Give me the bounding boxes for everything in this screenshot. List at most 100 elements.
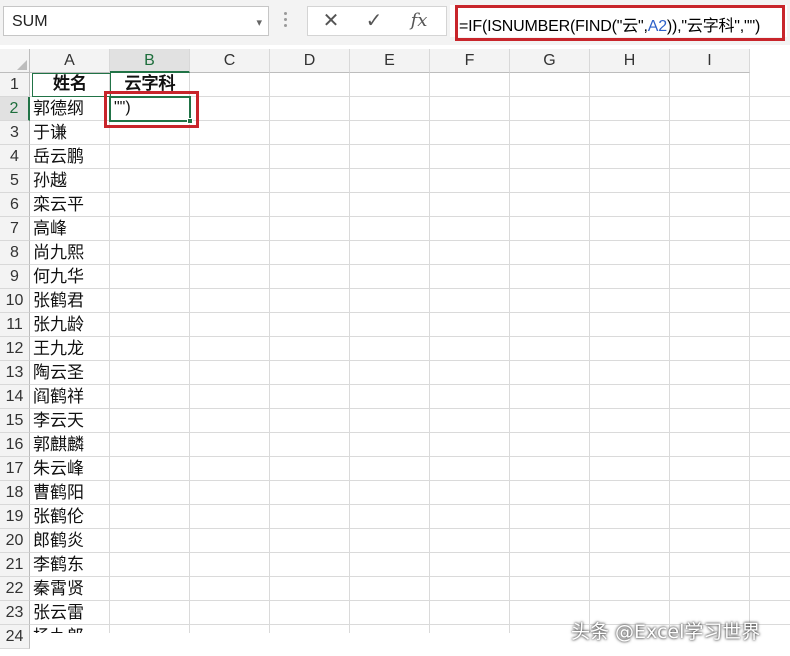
formula-part-1: =IF(ISNUMBER(FIND("云",: [459, 18, 648, 35]
row-header-10[interactable]: 10: [0, 289, 30, 313]
row-header-5[interactable]: 5: [0, 169, 30, 193]
enter-check-icon[interactable]: ✓: [359, 10, 389, 32]
row-header-9[interactable]: 9: [0, 265, 30, 289]
grid-hline: [30, 600, 790, 601]
cell-a16[interactable]: 郭麒麟: [33, 433, 84, 457]
grid-vline: [189, 73, 190, 633]
watermark: 头条 @Excel学习世界: [571, 621, 761, 643]
cell-a20[interactable]: 郎鹤炎: [33, 529, 84, 553]
cell-a10[interactable]: 张鹤君: [33, 289, 84, 313]
cell-a12[interactable]: 王九龙: [33, 337, 84, 361]
row-header-20[interactable]: 20: [0, 529, 30, 553]
select-all-corner[interactable]: [0, 49, 30, 73]
grid-vline: [349, 73, 350, 633]
row-header-16[interactable]: 16: [0, 433, 30, 457]
grid-vline: [669, 73, 670, 633]
row-header-15[interactable]: 15: [0, 409, 30, 433]
grid-hline: [30, 240, 790, 241]
row-header-4[interactable]: 4: [0, 145, 30, 169]
column-header-a[interactable]: A: [30, 49, 110, 73]
row-header-22[interactable]: 22: [0, 577, 30, 601]
cell-a8[interactable]: 尚九熙: [33, 241, 84, 265]
cell-a15[interactable]: 李云天: [33, 409, 84, 433]
column-header-d[interactable]: D: [270, 49, 350, 73]
fill-handle[interactable]: [187, 118, 193, 124]
row-header-13[interactable]: 13: [0, 361, 30, 385]
row-header-21[interactable]: 21: [0, 553, 30, 577]
formula-text[interactable]: =IF(ISNUMBER(FIND("云",A2)),"云字科",""): [459, 12, 760, 36]
name-box[interactable]: SUM ▾: [3, 6, 269, 36]
row-header-1[interactable]: 1: [0, 73, 30, 97]
cell-a2[interactable]: 郭德纲: [33, 97, 84, 121]
row-header-14[interactable]: 14: [0, 385, 30, 409]
insert-function-icon[interactable]: fx: [404, 10, 434, 32]
formula-buttons: ✕ ✓ fx: [307, 6, 447, 36]
column-header-b[interactable]: B: [110, 49, 190, 73]
row-header-6[interactable]: 6: [0, 193, 30, 217]
formula-input[interactable]: =IF(ISNUMBER(FIND("云",A2)),"云字科",""): [450, 5, 787, 37]
column-header-i[interactable]: I: [670, 49, 750, 73]
active-cell-b2[interactable]: ""): [109, 96, 191, 122]
column-header-g[interactable]: G: [510, 49, 590, 73]
row-header-3[interactable]: 3: [0, 121, 30, 145]
grid-hline: [30, 312, 790, 313]
row-header-7[interactable]: 7: [0, 217, 30, 241]
grid-hline: [30, 480, 790, 481]
cell-a7[interactable]: 高峰: [33, 217, 67, 241]
row-header-24[interactable]: 24: [0, 625, 30, 649]
cell-a19[interactable]: 张鹤伦: [33, 505, 84, 529]
cell-a22[interactable]: 秦霄贤: [33, 577, 84, 601]
cells-area[interactable]: 姓名 云字科 "") 郭德纲 于谦 岳云鹏 孙越 栾云平 高峰 尚九熙 何九华 张鹤君 张九龄 王九…: [30, 73, 790, 633]
cell-a11[interactable]: 张九龄: [33, 313, 84, 337]
row-header-2[interactable]: 2: [0, 97, 30, 121]
grid-hline: [30, 168, 790, 169]
row-header-11[interactable]: 11: [0, 313, 30, 337]
grid-hline: [30, 336, 790, 337]
grid-hline: [30, 192, 790, 193]
cell-a4[interactable]: 岳云鹏: [33, 145, 84, 169]
cell-a23[interactable]: 张云雷: [33, 601, 84, 625]
cell-a1[interactable]: 姓名: [30, 73, 110, 96]
row-header-8[interactable]: 8: [0, 241, 30, 265]
cell-a21[interactable]: 李鹤东: [33, 553, 84, 577]
grid-vline: [589, 73, 590, 633]
drag-handle-icon[interactable]: [284, 12, 288, 30]
cancel-icon[interactable]: ✕: [316, 10, 346, 32]
cell-a18[interactable]: 曹鹤阳: [33, 481, 84, 505]
column-header-e[interactable]: E: [350, 49, 430, 73]
cell-b1[interactable]: 云字科: [110, 73, 190, 96]
formula-part-2: )),"云字科",""): [666, 18, 761, 35]
formula-bar: SUM ▾ ✕ ✓ fx =IF(ISNUMBER(FIND("云",A2)),…: [0, 0, 790, 45]
cell-a3[interactable]: 于谦: [33, 121, 67, 145]
column-header-c[interactable]: C: [190, 49, 270, 73]
formula-ref: A2: [647, 18, 667, 35]
chevron-down-icon[interactable]: ▾: [256, 16, 262, 29]
column-header-f[interactable]: F: [430, 49, 510, 73]
cell-a17[interactable]: 朱云峰: [33, 457, 84, 481]
cell-a24[interactable]: 杨九郎: [33, 625, 84, 633]
name-box-value[interactable]: SUM: [12, 13, 48, 31]
row-header-12[interactable]: 12: [0, 337, 30, 361]
grid-hline: [30, 432, 790, 433]
grid-hline: [30, 528, 790, 529]
grid-hline: [30, 504, 790, 505]
column-header-h[interactable]: H: [590, 49, 670, 73]
cell-a5[interactable]: 孙越: [33, 169, 67, 193]
grid-hline: [30, 288, 790, 289]
cell-a6[interactable]: 栾云平: [33, 193, 84, 217]
grid-hline: [30, 576, 790, 577]
cell-a14[interactable]: 阎鹤祥: [33, 385, 84, 409]
grid-vline: [509, 73, 510, 633]
cell-a9[interactable]: 何九华: [33, 265, 84, 289]
cell-b2-edit[interactable]: ""): [114, 99, 131, 117]
grid-hline: [30, 144, 790, 145]
cell-a13[interactable]: 陶云圣: [33, 361, 84, 385]
grid-vline: [269, 73, 270, 633]
grid-hline: [30, 552, 790, 553]
row-header-19[interactable]: 19: [0, 505, 30, 529]
grid-hline: [30, 456, 790, 457]
row-header-17[interactable]: 17: [0, 457, 30, 481]
grid-hline: [30, 264, 790, 265]
row-header-18[interactable]: 18: [0, 481, 30, 505]
row-header-23[interactable]: 23: [0, 601, 30, 625]
